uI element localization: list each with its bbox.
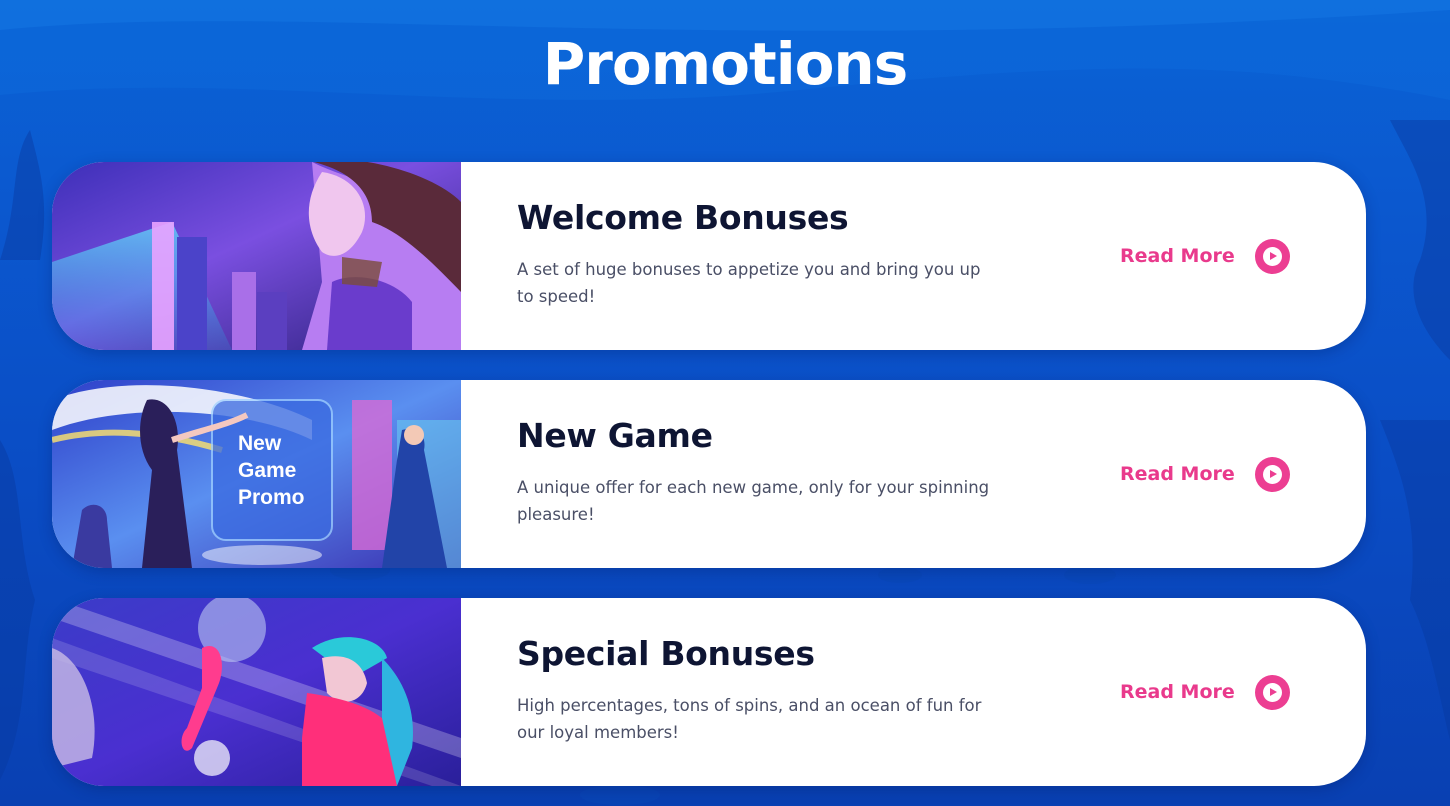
read-more-label: Read More <box>1120 463 1235 485</box>
promo-image-text-new: New <box>238 432 282 455</box>
promo-image-text-game: Game <box>238 459 296 482</box>
promo-card-welcome-bonuses: Welcome Bonuses A set of huge bonuses to… <box>52 162 1366 350</box>
promo-image-text-promo: Promo <box>238 486 305 509</box>
promo-card-special-bonuses: Special Bonuses High percentages, tons o… <box>52 598 1366 786</box>
read-more-button[interactable]: Read More <box>1120 238 1290 274</box>
play-circle-icon <box>1254 456 1290 492</box>
read-more-label: Read More <box>1120 245 1235 267</box>
page-title: Promotions <box>542 30 909 98</box>
promo-description: A set of huge bonuses to appetize you an… <box>517 260 981 306</box>
promo-description: A unique offer for each new game, only f… <box>517 478 990 524</box>
promo-title: Special Bonuses <box>517 634 815 673</box>
promo-title: New Game <box>517 416 713 455</box>
read-more-label: Read More <box>1120 681 1235 703</box>
special-bonus-image <box>52 598 461 786</box>
new-game-image: New Game Promo <box>52 380 461 568</box>
read-more-button[interactable]: Read More <box>1120 674 1290 710</box>
read-more-button[interactable]: Read More <box>1120 456 1290 492</box>
promo-card-new-game: New Game Promo New Game A unique offer f… <box>52 380 1366 568</box>
welcome-bonus-image <box>52 162 461 350</box>
play-circle-icon <box>1254 238 1290 274</box>
promo-description: High percentages, tons of spins, and an … <box>517 696 982 742</box>
promo-title: Welcome Bonuses <box>517 198 849 237</box>
play-circle-icon <box>1254 674 1290 710</box>
